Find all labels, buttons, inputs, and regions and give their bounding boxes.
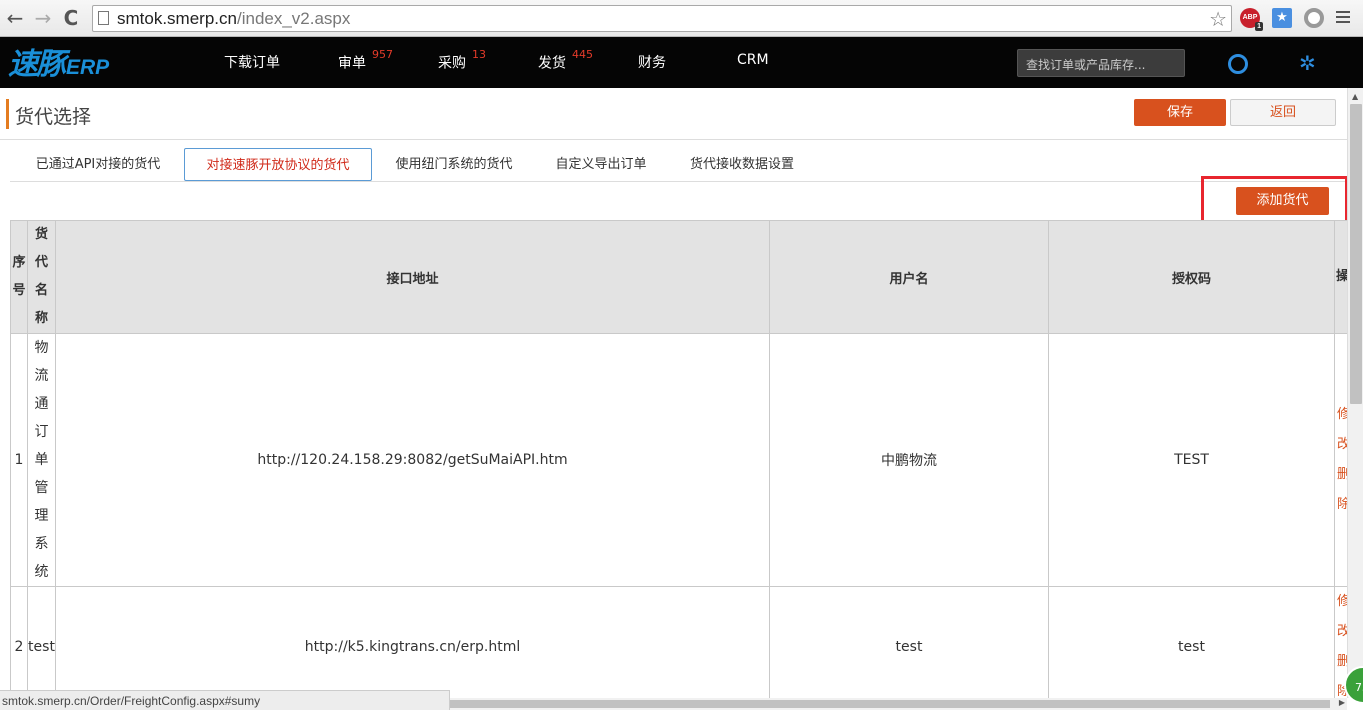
- menu-label: 采购: [438, 55, 466, 72]
- page-title: 货代选择: [15, 106, 92, 128]
- scroll-up-icon[interactable]: ▲: [1352, 92, 1358, 101]
- add-forwarder-button[interactable]: 添加货代: [1236, 187, 1329, 215]
- menu-crm[interactable]: CRM: [737, 52, 769, 68]
- save-button[interactable]: 保存: [1134, 99, 1226, 126]
- menu-badge: 13: [472, 48, 486, 61]
- tab-api-forwarders[interactable]: 已通过API对接的货代: [18, 148, 178, 181]
- hscroll-thumb[interactable]: [450, 700, 1330, 708]
- url-path: /index_v2.aspx: [236, 9, 351, 28]
- gear-icon[interactable]: ✲: [1299, 51, 1316, 75]
- menu-review-orders[interactable]: 审单 957: [338, 48, 393, 73]
- tab-niumen-forwarders[interactable]: 使用纽门系统的货代: [386, 148, 522, 181]
- url-host: smtok.smerp.cn: [117, 9, 237, 28]
- horizontal-scrollbar[interactable]: ▶: [450, 698, 1347, 710]
- page-icon: [98, 11, 109, 25]
- header-auth-code: 授权码: [1048, 220, 1335, 334]
- table-row: 1 物流通订单管理系统 http://120.24.158.29:8082/ge…: [10, 333, 1350, 587]
- cell-username: 中鹏物流: [769, 333, 1049, 587]
- forwarder-table: 序号 货代名称 接口地址 用户名 授权码 操作 1 物流通订单管理系统 http…: [10, 220, 1350, 700]
- forwarder-table-container: 序号 货代名称 接口地址 用户名 授权码 操作 1 物流通订单管理系统 http…: [10, 220, 1350, 700]
- page-header: 货代选择 保存 返回: [0, 88, 1347, 140]
- tab-open-protocol-forwarders[interactable]: 对接速豚开放协议的货代: [184, 148, 372, 181]
- logo-cn: 速豚: [8, 47, 66, 82]
- menu-purchase[interactable]: 采购 13: [438, 48, 486, 73]
- reload-icon[interactable]: C: [60, 6, 82, 30]
- bookmark-star-icon[interactable]: ☆: [1209, 7, 1227, 31]
- menu-label: 财务: [638, 55, 666, 71]
- cell-auth-code: test: [1048, 586, 1335, 700]
- address-url[interactable]: smtok.smerp.cn/index_v2.aspx: [117, 9, 350, 29]
- address-bar[interactable]: smtok.smerp.cn/index_v2.aspx ☆: [92, 5, 1232, 32]
- cell-name: 物流通订单管理系统: [27, 333, 56, 587]
- menu-label: 发货: [538, 55, 566, 72]
- tab-custom-export[interactable]: 自定义导出订单: [548, 148, 654, 181]
- scroll-thumb[interactable]: [1350, 104, 1362, 404]
- header-url: 接口地址: [55, 220, 770, 334]
- vertical-scrollbar[interactable]: ▲: [1347, 88, 1363, 698]
- menu-download-orders[interactable]: 下载订单: [224, 52, 280, 72]
- title-accent: [6, 99, 9, 129]
- cell-auth-code: TEST: [1048, 333, 1335, 587]
- cell-username: test: [769, 586, 1049, 700]
- header-name: 货代名称: [27, 220, 56, 334]
- adblock-count: 1: [1255, 22, 1263, 31]
- browser-toolbar: ← → C smtok.smerp.cn/index_v2.aspx ☆ ABP…: [0, 0, 1363, 37]
- app-header: 速豚 ERP 下载订单 审单 957 采购 13 发货 445 财务 CRM 查找订单…: [0, 37, 1363, 88]
- browser-menu-icon[interactable]: [1336, 8, 1350, 28]
- header-index: 序号: [10, 220, 28, 334]
- forward-arrow-icon[interactable]: →: [32, 6, 54, 30]
- cell-index: 2: [10, 586, 28, 700]
- menu-label: 审单: [338, 55, 366, 72]
- table-row: 2 test http://k5.kingtrans.cn/erp.html t…: [10, 586, 1350, 700]
- menu-label: CRM: [737, 52, 769, 68]
- header-username: 用户名: [769, 220, 1049, 334]
- logo-en: ERP: [66, 56, 110, 79]
- extension-circle-icon[interactable]: [1304, 8, 1324, 28]
- adblock-label: ABP: [1242, 14, 1258, 21]
- notification-icon[interactable]: [1228, 54, 1248, 74]
- menu-badge: 445: [572, 48, 593, 61]
- scroll-right-icon[interactable]: ▶: [1339, 698, 1345, 707]
- bookmark-extension-icon[interactable]: ★: [1272, 8, 1292, 28]
- back-button[interactable]: 返回: [1230, 99, 1336, 126]
- cell-url: http://120.24.158.29:8082/getSuMaiAPI.ht…: [55, 333, 770, 587]
- back-arrow-icon[interactable]: ←: [4, 6, 26, 30]
- tab-bar: 已通过API对接的货代 对接速豚开放协议的货代 使用纽门系统的货代 自定义导出订…: [10, 146, 1347, 182]
- adblock-icon[interactable]: ABP 1: [1240, 8, 1263, 31]
- menu-badge: 957: [372, 48, 393, 61]
- logo[interactable]: 速豚 ERP: [8, 43, 109, 83]
- status-bar-url: smtok.smerp.cn/Order/FreightConfig.aspx#…: [0, 690, 450, 710]
- menu-finance[interactable]: 财务: [638, 52, 666, 72]
- tab-receive-settings[interactable]: 货代接收数据设置: [682, 148, 802, 181]
- cell-name: test: [27, 586, 56, 700]
- search-input[interactable]: 查找订单或产品库存...: [1017, 49, 1185, 77]
- cell-url: http://k5.kingtrans.cn/erp.html: [55, 586, 770, 700]
- menu-shipping[interactable]: 发货 445: [538, 48, 593, 73]
- menu-label: 下载订单: [224, 55, 280, 71]
- table-header-row: 序号 货代名称 接口地址 用户名 授权码 操作: [10, 220, 1350, 334]
- cell-index: 1: [10, 333, 28, 587]
